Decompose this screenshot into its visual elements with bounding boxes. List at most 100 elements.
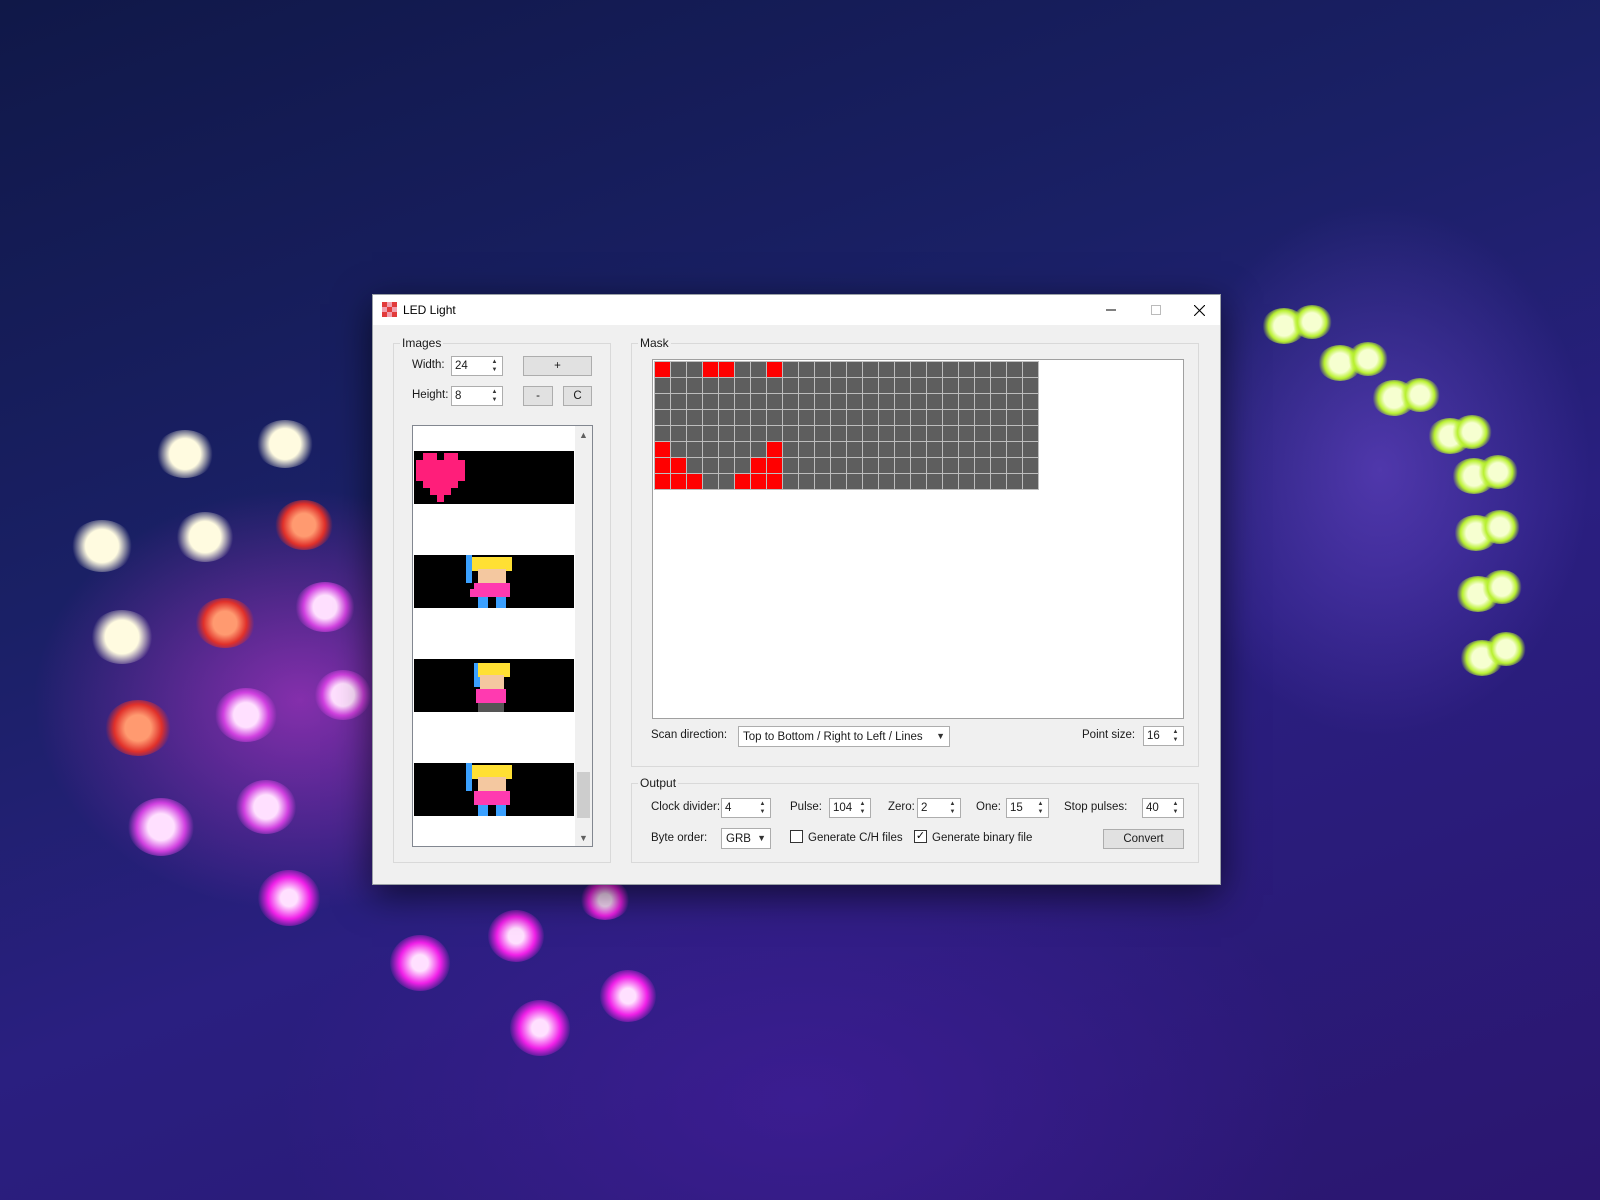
spin-down-icon[interactable]: ▼ — [488, 396, 501, 404]
mask-cell[interactable] — [846, 473, 862, 489]
mask-cell[interactable] — [862, 473, 878, 489]
spin-up-icon[interactable]: ▲ — [1034, 800, 1047, 808]
mask-cell[interactable] — [654, 377, 670, 393]
mask-cell[interactable] — [942, 377, 958, 393]
spin-down-icon[interactable]: ▼ — [946, 808, 959, 816]
mask-cell[interactable] — [750, 409, 766, 425]
mask-cell[interactable] — [734, 377, 750, 393]
generate-ch-checkbox[interactable] — [790, 830, 803, 843]
spin-down-icon[interactable]: ▼ — [488, 366, 501, 374]
mask-cell[interactable] — [798, 473, 814, 489]
mask-cell[interactable] — [878, 409, 894, 425]
mask-cell[interactable] — [766, 393, 782, 409]
mask-cell[interactable] — [782, 457, 798, 473]
mask-cell[interactable] — [926, 377, 942, 393]
mask-cell[interactable] — [862, 457, 878, 473]
mask-cell[interactable] — [990, 425, 1006, 441]
mask-cell[interactable] — [814, 393, 830, 409]
mask-cell[interactable] — [782, 473, 798, 489]
spin-down-icon[interactable]: ▼ — [756, 808, 769, 816]
add-image-button[interactable]: + — [523, 356, 592, 376]
mask-cell[interactable] — [814, 377, 830, 393]
mask-cell[interactable] — [830, 457, 846, 473]
mask-cell[interactable] — [814, 441, 830, 457]
mask-cell[interactable] — [766, 441, 782, 457]
mask-cell[interactable] — [1022, 377, 1038, 393]
mask-grid[interactable] — [654, 361, 1039, 490]
byte-order-select[interactable]: GRB ▼ — [721, 828, 771, 849]
mask-cell[interactable] — [1022, 409, 1038, 425]
mask-cell[interactable] — [910, 473, 926, 489]
mask-cell[interactable] — [926, 457, 942, 473]
mask-cell[interactable] — [718, 457, 734, 473]
mask-cell[interactable] — [974, 409, 990, 425]
mask-cell[interactable] — [814, 425, 830, 441]
mask-cell[interactable] — [670, 441, 686, 457]
mask-cell[interactable] — [654, 393, 670, 409]
mask-cell[interactable] — [910, 441, 926, 457]
scan-direction-select[interactable]: Top to Bottom / Right to Left / Lines ▼ — [738, 726, 950, 747]
mask-cell[interactable] — [750, 361, 766, 377]
mask-cell[interactable] — [942, 361, 958, 377]
mask-cell[interactable] — [1022, 393, 1038, 409]
minimize-button[interactable] — [1088, 295, 1133, 325]
mask-cell[interactable] — [766, 409, 782, 425]
mask-cell[interactable] — [894, 377, 910, 393]
mask-cell[interactable] — [654, 457, 670, 473]
mask-cell[interactable] — [686, 425, 702, 441]
mask-cell[interactable] — [894, 457, 910, 473]
mask-cell[interactable] — [926, 473, 942, 489]
mask-cell[interactable] — [942, 441, 958, 457]
stop-pulses-spinbox[interactable]: 40 ▲ ▼ — [1142, 798, 1184, 818]
mask-cell[interactable] — [750, 457, 766, 473]
mask-cell[interactable] — [798, 409, 814, 425]
mask-cell[interactable] — [1022, 425, 1038, 441]
list-item-thumbnail[interactable] — [414, 659, 574, 712]
mask-cell[interactable] — [686, 473, 702, 489]
mask-cell[interactable] — [830, 393, 846, 409]
mask-cell[interactable] — [846, 409, 862, 425]
image-list[interactable]: ▲ ▼ — [412, 425, 593, 847]
mask-cell[interactable] — [910, 409, 926, 425]
convert-button[interactable]: Convert — [1103, 829, 1184, 849]
mask-cell[interactable] — [846, 361, 862, 377]
mask-cell[interactable] — [782, 441, 798, 457]
mask-cell[interactable] — [702, 457, 718, 473]
mask-cell[interactable] — [718, 409, 734, 425]
mask-cell[interactable] — [990, 473, 1006, 489]
mask-cell[interactable] — [974, 393, 990, 409]
mask-cell[interactable] — [686, 409, 702, 425]
mask-cell[interactable] — [990, 393, 1006, 409]
mask-cell[interactable] — [942, 393, 958, 409]
mask-cell[interactable] — [958, 393, 974, 409]
one-spinbox[interactable]: 15 ▲ ▼ — [1006, 798, 1049, 818]
spin-up-icon[interactable]: ▲ — [756, 800, 769, 808]
mask-cell[interactable] — [734, 393, 750, 409]
mask-cell[interactable] — [686, 457, 702, 473]
mask-cell[interactable] — [878, 425, 894, 441]
mask-cell[interactable] — [846, 441, 862, 457]
mask-cell[interactable] — [958, 457, 974, 473]
mask-cell[interactable] — [702, 425, 718, 441]
mask-cell[interactable] — [1006, 377, 1022, 393]
mask-cell[interactable] — [862, 425, 878, 441]
mask-cell[interactable] — [750, 473, 766, 489]
mask-cell[interactable] — [782, 361, 798, 377]
mask-cell[interactable] — [782, 409, 798, 425]
mask-cell[interactable] — [766, 377, 782, 393]
mask-cell[interactable] — [670, 425, 686, 441]
mask-cell[interactable] — [894, 473, 910, 489]
mask-cell[interactable] — [958, 377, 974, 393]
mask-canvas[interactable] — [652, 359, 1184, 719]
mask-cell[interactable] — [814, 457, 830, 473]
spin-up-icon[interactable]: ▲ — [1169, 728, 1182, 736]
mask-cell[interactable] — [910, 377, 926, 393]
mask-cell[interactable] — [942, 457, 958, 473]
mask-cell[interactable] — [766, 457, 782, 473]
mask-cell[interactable] — [1006, 361, 1022, 377]
mask-cell[interactable] — [974, 457, 990, 473]
mask-cell[interactable] — [766, 473, 782, 489]
height-spinbox[interactable]: 8 ▲ ▼ — [451, 386, 503, 406]
mask-cell[interactable] — [846, 457, 862, 473]
mask-cell[interactable] — [830, 377, 846, 393]
